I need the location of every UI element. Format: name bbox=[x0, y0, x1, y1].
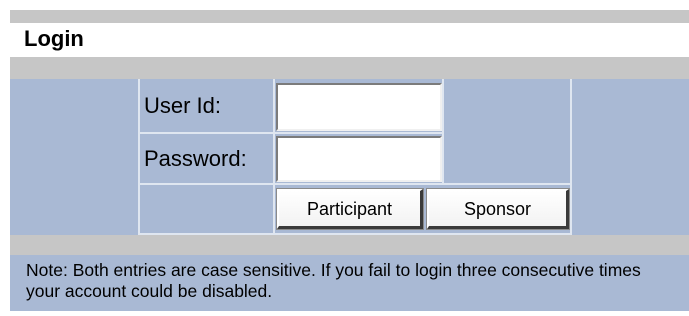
note-section: Note: Both entries are case sensitive. I… bbox=[10, 255, 689, 311]
table-border bbox=[138, 132, 444, 134]
password-input[interactable] bbox=[276, 136, 442, 182]
page-title: Login bbox=[24, 26, 84, 51]
sponsor-button[interactable]: Sponsor bbox=[426, 188, 570, 230]
user-id-input[interactable] bbox=[276, 83, 442, 131]
table-border bbox=[570, 79, 572, 235]
login-header: Login bbox=[10, 23, 689, 57]
password-label: Password: bbox=[144, 146, 247, 171]
table-border bbox=[138, 79, 140, 235]
case-sensitivity-note: Note: Both entries are case sensitive. I… bbox=[26, 260, 641, 301]
login-form: User Id: Password: Participant Sponsor bbox=[10, 79, 689, 235]
participant-button[interactable]: Participant bbox=[276, 188, 424, 230]
form-divider-band bbox=[10, 235, 689, 255]
table-border bbox=[273, 79, 275, 235]
header-divider-band bbox=[10, 57, 689, 79]
table-border bbox=[138, 183, 572, 185]
user-id-label: User Id: bbox=[144, 93, 222, 118]
top-divider-band bbox=[10, 10, 689, 23]
